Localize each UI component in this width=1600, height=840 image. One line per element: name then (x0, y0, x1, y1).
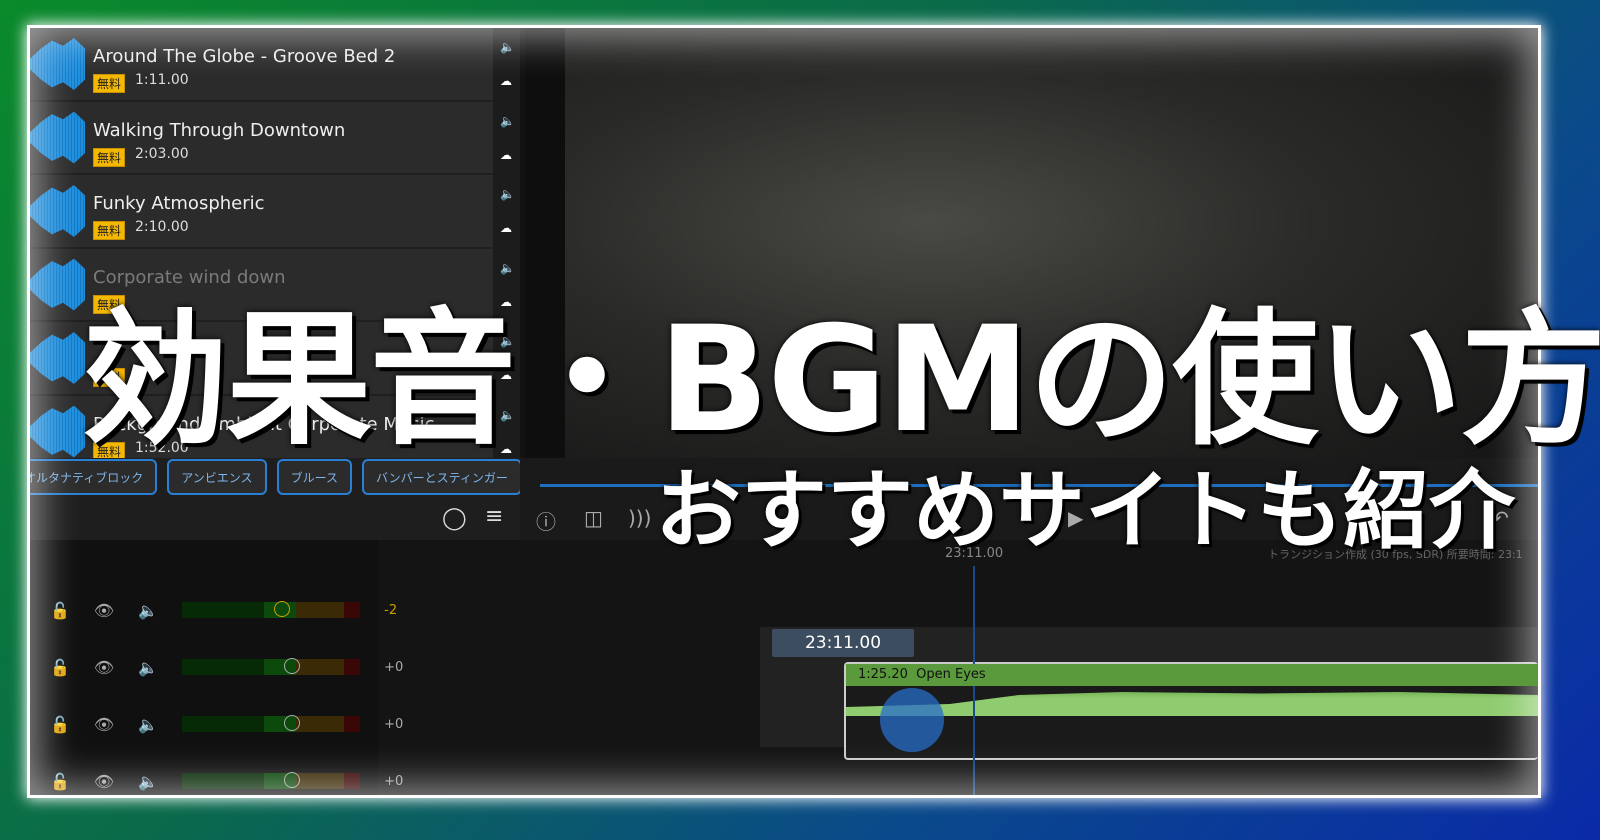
waveform-thumbnail (30, 332, 85, 384)
scrub-bar[interactable] (540, 484, 1538, 487)
clip-duration: 1:25.20 (858, 667, 908, 682)
ruler-time: 23:11.00 (945, 546, 1004, 561)
speaker-icon[interactable]: 🔈 (138, 715, 158, 734)
volume-slider[interactable] (182, 601, 361, 618)
sort-icon[interactable]: ≡ (485, 504, 503, 529)
export-icon[interactable]: ⤓ (1450, 506, 1459, 530)
cloud-download-icon[interactable]: ☁ (500, 221, 512, 235)
track-header: 🔓 👁 🔈 -2 (50, 595, 404, 625)
clip-name: Open Eyes (916, 667, 986, 682)
track-title: Around The Globe - Groove Bed 2 (93, 46, 396, 67)
waveform-thumbnail (30, 258, 85, 311)
music-list-item[interactable]: Around The Globe - Groove Bed 2 無料 1:11.… (30, 28, 493, 102)
cloud-download-icon[interactable]: ☁ (500, 148, 512, 162)
preview-column: 🔈 ☁ 🔈 ☁ 🔈 ☁ 🔈 ☁ 🔈 ☁ 🔈 ☁ (493, 28, 520, 458)
marker-icon[interactable]: ◫ (584, 506, 603, 530)
eye-icon[interactable]: 👁 (94, 772, 114, 791)
track-title: Walking Through Downtown (93, 119, 346, 141)
info-icon[interactable]: ⓘ (536, 506, 556, 535)
free-badge: 無料 (93, 221, 126, 240)
speaker-icon[interactable]: 🔈 (500, 261, 515, 275)
cloud-download-icon[interactable]: ☁ (500, 295, 512, 309)
free-badge: 無料 (93, 147, 126, 167)
track-duration: 2:10.00 (135, 219, 189, 235)
preview-toolbar: ⓘ ◫ ))) ▶ ⤓ ↶ (520, 458, 1538, 540)
search-icon[interactable]: ◯ (442, 506, 467, 531)
video-preview (525, 28, 1538, 458)
category-button[interactable]: ブルース (276, 459, 352, 495)
eye-icon[interactable]: 👁 (94, 601, 114, 620)
track-headers: 🔓 👁 🔈 -2 🔓 👁 🔈 +0 🔓 👁 🔈 +0 🔓 👁 🔈 +0 (30, 540, 403, 795)
waveform-thumbnail (30, 38, 85, 90)
track-title: Corporate wind down (93, 266, 286, 288)
clip-waveform (846, 692, 1538, 716)
lock-icon[interactable]: 🔓 (50, 658, 70, 677)
waveform-thumbnail (30, 405, 85, 458)
gain-value: +0 (384, 773, 404, 789)
speaker-icon[interactable]: 🔈 (500, 114, 515, 128)
speaker-icon[interactable]: 🔈 (138, 772, 158, 791)
undo-icon[interactable]: ↶ (1492, 506, 1509, 530)
track-title: Funky Atmospheric (93, 193, 265, 214)
waveform-thumbnail (30, 111, 85, 164)
eye-icon[interactable]: 👁 (94, 658, 114, 677)
track-header: 🔓 👁 🔈 +0 (50, 709, 404, 739)
audio-add-icon[interactable]: ))) (628, 506, 651, 530)
library-toolbar: ◯ ≡ (30, 500, 520, 540)
waveform-thumbnail (30, 185, 85, 237)
music-list-item[interactable]: Corporate wind down 無料 (30, 249, 493, 322)
category-button[interactable]: バンパーとスティンガー (361, 459, 520, 495)
eye-icon[interactable]: 👁 (94, 715, 114, 734)
lock-icon[interactable]: 🔓 (50, 772, 70, 791)
app-window: Around The Globe - Groove Bed 2 無料 1:11.… (30, 28, 1538, 795)
lock-icon[interactable]: 🔓 (50, 715, 70, 734)
volume-slider[interactable] (182, 715, 361, 732)
playhead-timecode: 23:11.00 (772, 629, 914, 657)
music-list-item[interactable]: 無料 (30, 322, 493, 396)
volume-slider[interactable] (182, 772, 361, 789)
category-button[interactable]: アンビエンス (167, 459, 267, 495)
music-list: Around The Globe - Groove Bed 2 無料 1:11.… (30, 28, 493, 469)
speaker-icon[interactable]: 🔈 (138, 601, 158, 620)
cloud-download-icon[interactable]: ☁ (500, 442, 512, 456)
speaker-icon[interactable]: 🔈 (138, 658, 158, 677)
music-list-item[interactable]: Walking Through Downtown 無料 2:03.00 (30, 102, 493, 175)
track-header: 🔓 👁 🔈 +0 (50, 652, 404, 682)
gain-value: +0 (384, 716, 404, 732)
speaker-icon[interactable]: 🔈 (500, 334, 515, 348)
free-badge: 無料 (93, 368, 126, 387)
category-button[interactable]: オルタナティブロック (30, 459, 158, 495)
gain-value: -2 (384, 602, 398, 618)
gain-value: +0 (384, 659, 404, 675)
music-list-item[interactable]: Funky Atmospheric 無料 2:10.00 (30, 175, 493, 249)
speaker-icon[interactable]: 🔈 (500, 40, 515, 54)
play-icon[interactable]: ▶ (1068, 506, 1083, 530)
free-badge: 無料 (93, 74, 126, 93)
track-duration: 1:11.00 (135, 72, 189, 88)
category-bar: オルタナティブロックアンビエンスブルースバンパーとスティンガーシネ (30, 458, 520, 500)
audio-clip[interactable]: 1:25.20 Open Eyes (844, 662, 1538, 760)
speaker-icon[interactable]: 🔈 (500, 187, 515, 201)
track-header: 🔓 👁 🔈 +0 (50, 766, 404, 795)
track-title: Background Ambient Corporate Music (93, 413, 435, 435)
touch-indicator (880, 688, 944, 752)
status-text: トランジション作成 (30 fps, SDR) 所要時間: 23:1 (1268, 548, 1523, 561)
cloud-download-icon[interactable]: ☁ (500, 368, 512, 382)
speaker-icon[interactable]: 🔈 (500, 408, 515, 422)
free-badge: 無料 (93, 294, 126, 314)
volume-slider[interactable] (182, 658, 361, 675)
lock-icon[interactable]: 🔓 (50, 601, 70, 620)
cloud-download-icon[interactable]: ☁ (500, 74, 512, 88)
timeline: 🔓 👁 🔈 -2 🔓 👁 🔈 +0 🔓 👁 🔈 +0 🔓 👁 🔈 +0 23:11.00 トランジショ… (30, 540, 1538, 795)
track-duration: 2:03.00 (135, 145, 189, 162)
track-duration: 1:52.00 (135, 439, 189, 456)
